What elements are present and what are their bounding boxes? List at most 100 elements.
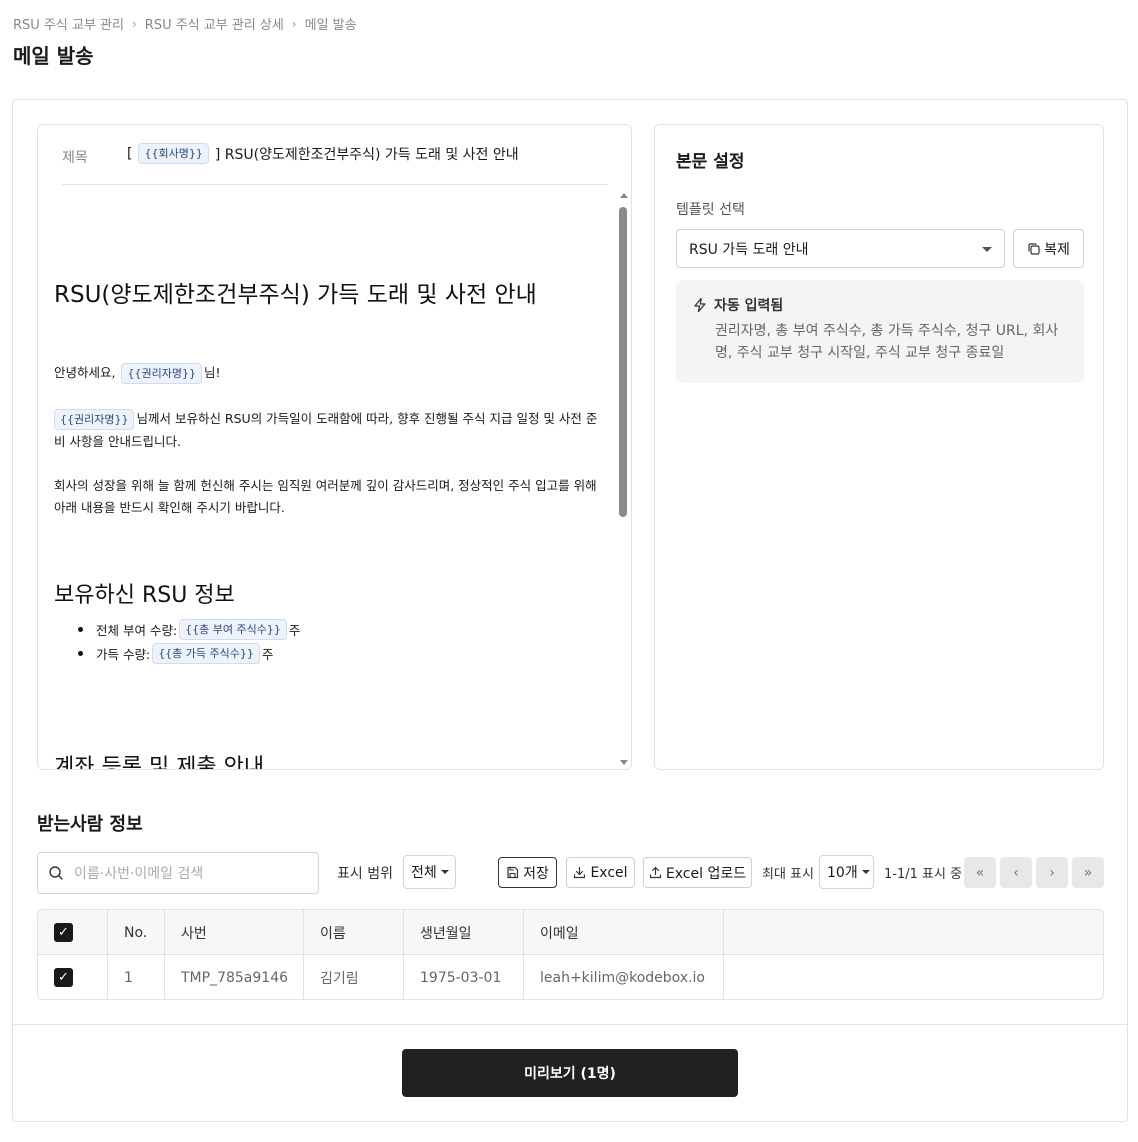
copy-icon [1028, 242, 1040, 255]
copy-button-label: 복제 [1044, 241, 1070, 258]
mail-editor: 제목 [ {{회사명}} ] RSU(양도제한조건부주식) 가득 도래 및 사전… [37, 124, 632, 770]
greeting-suffix: 님! [203, 365, 221, 380]
editor-scrollbar[interactable] [618, 191, 630, 769]
subject-row: 제목 [ {{회사명}} ] RSU(양도제한조건부주식) 가득 도래 및 사전… [62, 143, 607, 185]
copy-template-button[interactable]: 복제 [1013, 229, 1084, 268]
variable-chip: {{총 부여 주식수}} [179, 619, 287, 640]
header-no: No. [108, 910, 165, 955]
excel-upload-label: Excel 업로드 [665, 865, 747, 882]
breadcrumb-item-current: 메일 발송 [304, 18, 357, 33]
select-all-checkbox[interactable]: ✓ [54, 923, 73, 942]
scroll-down-icon[interactable] [620, 760, 628, 765]
subject-label: 제목 [62, 150, 88, 166]
cell-birth: 1975-03-01 [404, 955, 524, 999]
chevron-right-icon: › [1049, 864, 1055, 881]
chevron-right-icon: › [291, 16, 297, 31]
doc-title: RSU(양도제한조건부주식) 가득 도래 및 사전 안내 [54, 282, 537, 308]
excel-upload-button[interactable]: Excel 업로드 [643, 857, 752, 888]
editor-body[interactable]: RSU(양도제한조건부주식) 가득 도래 및 사전 안내 안녕하세요, {{권리… [38, 195, 618, 770]
page-info: 1-1/1 표시 중 [884, 867, 963, 882]
max-display-select[interactable]: 10개 [819, 855, 874, 889]
variable-chip: {{총 가득 주식수}} [152, 643, 260, 664]
recipient-table: ✓ No. 사번 이름 생년월일 이메일 ✓ 1 TMP_785a9146 김기… [37, 909, 1104, 1000]
double-chevron-left-icon: « [975, 864, 985, 881]
breadcrumb: RSU 주식 교부 관리 › RSU 주식 교부 관리 상세 › 메일 발송 [13, 14, 357, 34]
list-item-unit: 주 [288, 623, 301, 638]
subject-prefix: [ [127, 145, 133, 162]
list-item-label: 전체 부여 수량: [96, 623, 178, 638]
header-birth: 생년월일 [404, 910, 524, 955]
table-row[interactable]: ✓ 1 TMP_785a9146 김기림 1975-03-01 leah+kil… [38, 955, 1103, 999]
max-display-value: 10개 [827, 865, 858, 881]
list-item-label: 가득 수량: [96, 647, 151, 662]
template-label: 템플릿 선택 [676, 202, 745, 218]
row-checkbox[interactable]: ✓ [54, 968, 73, 987]
template-select[interactable]: RSU 가득 도래 안내 [676, 229, 1005, 268]
bullet-icon [78, 627, 83, 632]
variable-chip: {{회사명}} [138, 143, 209, 164]
auto-fill-header: 자동 입력됨 [692, 295, 1068, 315]
recipients-title: 받는사람 정보 [37, 814, 143, 835]
header-name: 이름 [304, 910, 404, 955]
settings-title: 본문 설정 [676, 152, 745, 172]
range-select[interactable]: 전체 [403, 855, 456, 889]
cell-emp-id: TMP_785a9146 [165, 955, 304, 999]
auto-fill-fields: 권리자명, 총 부여 주식수, 총 가득 주식수, 청구 URL, 회사명, 주… [715, 323, 1059, 361]
first-page-button[interactable]: « [964, 857, 996, 888]
preview-button[interactable]: 미리보기 (1명) [402, 1049, 738, 1097]
chevron-left-icon: ‹ [1013, 864, 1019, 881]
bullet-icon [78, 651, 83, 656]
chevron-right-icon: › [131, 16, 137, 31]
recipient-search-input[interactable]: 이름·사번·이메일 검색 [37, 852, 319, 894]
header-emp-id: 사번 [165, 910, 304, 955]
caret-down-icon [861, 870, 870, 874]
subject-field[interactable]: [ {{회사명}} ] RSU(양도제한조건부주식) 가득 도래 및 사전 안내 [127, 143, 519, 164]
divider [13, 1024, 1127, 1025]
breadcrumb-item-rsu[interactable]: RSU 주식 교부 관리 [13, 14, 124, 33]
scroll-up-icon[interactable] [620, 193, 628, 198]
header-email: 이메일 [524, 910, 724, 955]
search-icon [49, 866, 63, 880]
caret-down-icon [982, 247, 992, 252]
save-button-label: 저장 [523, 865, 549, 882]
subject-suffix: ] RSU(양도제한조건부주식) 가득 도래 및 사전 안내 [214, 146, 519, 163]
max-display-label: 최대 표시 [762, 867, 814, 882]
variable-chip: {{권리자명}} [121, 363, 202, 384]
list-item: 가득 수량: {{총 가득 주식수}} 주 [78, 643, 273, 664]
caret-down-icon [440, 870, 449, 874]
upload-icon [649, 866, 662, 879]
excel-button-label: Excel [590, 864, 628, 881]
prev-page-button[interactable]: ‹ [1000, 857, 1032, 888]
download-icon [574, 866, 586, 879]
cell-name: 김기림 [304, 955, 404, 999]
row-checkbox-cell: ✓ [38, 955, 108, 999]
body-settings-panel: 본문 설정 템플릿 선택 RSU 가득 도래 안내 복제 자동 입력됨 권리자명… [654, 124, 1104, 770]
double-chevron-right-icon: » [1083, 864, 1093, 881]
auto-fill-info: 자동 입력됨 권리자명, 총 부여 주식수, 총 가득 주식수, 청구 URL,… [676, 280, 1084, 383]
excel-download-button[interactable]: Excel [566, 857, 635, 888]
section-title-account: 계좌 등록 및 제출 안내 [54, 755, 265, 770]
range-label: 표시 범위 [337, 866, 393, 882]
save-icon [507, 866, 519, 879]
table-header: ✓ No. 사번 이름 생년월일 이메일 [38, 910, 1103, 955]
auto-fill-title: 자동 입력됨 [714, 298, 784, 314]
scroll-thumb[interactable] [619, 207, 627, 517]
list-item: 전체 부여 수량: {{총 부여 주식수}} 주 [78, 619, 300, 640]
variable-chip: {{권리자명}} [54, 409, 135, 430]
last-page-button[interactable]: » [1072, 857, 1104, 888]
mail-card: 제목 [ {{회사명}} ] RSU(양도제한조건부주식) 가득 도래 및 사전… [12, 99, 1128, 1122]
search-placeholder: 이름·사번·이메일 검색 [74, 866, 204, 882]
doc-greeting: 안녕하세요, {{권리자명}} 님! [54, 361, 599, 384]
cell-no: 1 [108, 955, 165, 999]
doc-paragraph-2: 회사의 성장을 위해 늘 함께 헌신해 주시는 임직원 여러분께 깊이 감사드리… [54, 478, 597, 515]
lightning-icon [694, 297, 706, 313]
breadcrumb-item-rsu-detail[interactable]: RSU 주식 교부 관리 상세 [145, 14, 284, 33]
cell-email: leah+kilim@kodebox.io [524, 955, 724, 999]
doc-paragraph-1: {{권리자명}} 님께서 보유하신 RSU의 가득일이 도래함에 따라, 향후 진… [54, 407, 599, 453]
range-select-value: 전체 [411, 865, 437, 881]
list-item-unit: 주 [261, 647, 274, 662]
save-button[interactable]: 저장 [498, 857, 557, 888]
paragraph-1-text: 님께서 보유하신 RSU의 가득일이 도래함에 따라, 향후 진행될 주식 지급… [54, 411, 598, 449]
template-select-value: RSU 가득 도래 안내 [689, 241, 809, 258]
next-page-button[interactable]: › [1036, 857, 1068, 888]
